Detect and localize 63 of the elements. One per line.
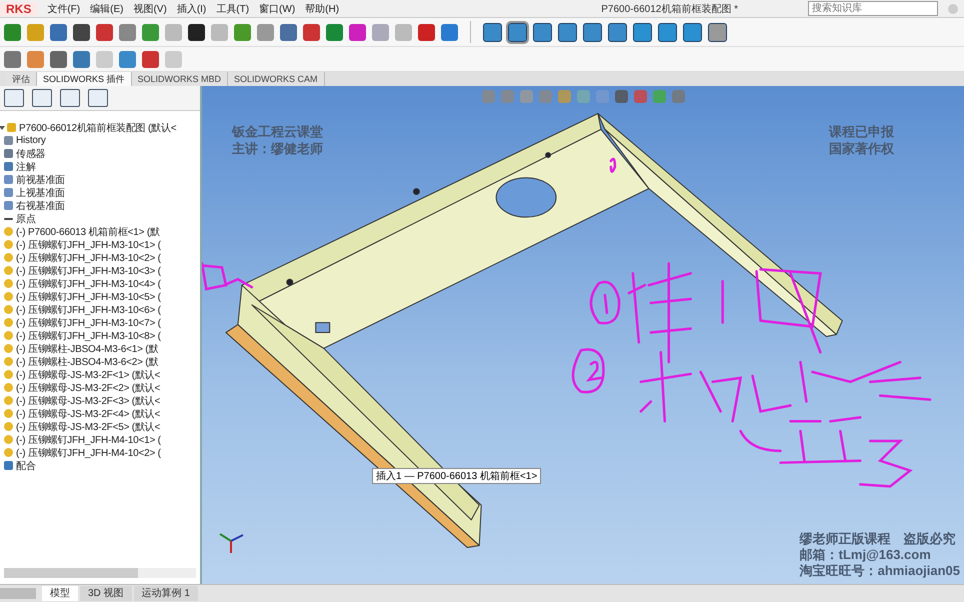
menu-item[interactable]: 窗口(W) — [259, 2, 296, 16]
copyright-caption: 国家著作权 — [829, 140, 894, 157]
toolbar-icon[interactable] — [188, 24, 205, 40]
tree-item[interactable]: (-) 压铆螺钉JFH_JFH-M4-10<1> ( — [16, 432, 161, 446]
menu-item[interactable]: 文件(F) — [47, 2, 80, 16]
model-tab[interactable]: 运动算例 1 — [134, 586, 198, 601]
view-style-icon[interactable] — [608, 22, 627, 42]
course-caption: 主讲：缪健老师 — [232, 140, 323, 157]
tree-item[interactable]: 右视基准面 — [16, 198, 66, 212]
tooltip: 插入1 — P7600-66013 机箱前框<1> — [372, 468, 542, 484]
tree-item[interactable]: (-) 压铆螺钉JFH_JFH-M3-10<3> ( — [16, 264, 161, 278]
tree-item[interactable]: (-) 压铆螺钉JFH_JFH-M3-10<4> ( — [16, 276, 161, 290]
toolbar-icon[interactable] — [73, 24, 90, 40]
command-tab[interactable]: SOLIDWORKS MBD — [132, 72, 228, 86]
tree-item[interactable]: (-) 压铆螺钉JFH_JFH-M3-10<5> ( — [16, 290, 161, 304]
tree-item[interactable]: (-) 压铆螺钉JFH_JFH-M3-10<7> ( — [16, 316, 161, 330]
copyright-caption: 课程已申报 — [829, 123, 894, 140]
tree-item[interactable]: 配合 — [16, 458, 36, 472]
tree-item[interactable]: 原点 — [16, 212, 36, 226]
course-caption: 钣金工程云课堂 — [232, 123, 323, 140]
view-style-icon[interactable] — [708, 22, 727, 42]
view-style-icon[interactable] — [483, 22, 502, 42]
search-field[interactable]: 搜索知识库 — [808, 1, 938, 16]
tree-item[interactable]: (-) 压铆螺柱-JBSO4-M3-6<2> (默 — [16, 354, 158, 368]
view-style-icon[interactable] — [683, 22, 702, 42]
tree-item[interactable]: (-) 压铆螺钉JFH_JFH-M3-10<2> ( — [16, 250, 161, 264]
tree-item[interactable]: 传感器 — [16, 146, 46, 160]
tree-item[interactable]: (-) 压铆螺母-JS-M3-2F<3> (默认< — [16, 394, 160, 408]
tree-item[interactable]: 注解 — [16, 160, 36, 174]
menu-item[interactable]: 插入(I) — [176, 2, 206, 16]
model-tab[interactable]: 3D 视图 — [80, 586, 132, 601]
tree-item[interactable]: (-) 压铆螺钉JFH_JFH-M3-10<8> ( — [16, 328, 161, 342]
view-toolbar-icon[interactable] — [614, 90, 628, 103]
tree-item[interactable]: (-) 压铆螺钉JFH_JFH-M3-10<1> ( — [16, 238, 161, 252]
course-caption: 邮箱：tLmj@163.com — [800, 547, 932, 563]
view-style-icon[interactable] — [658, 22, 677, 42]
menu-item[interactable]: 编辑(E) — [90, 2, 124, 16]
tree-item[interactable]: (-) 压铆螺母-JS-M3-2F<5> (默认< — [16, 420, 160, 434]
view-style-icon[interactable] — [533, 22, 552, 42]
tree-item[interactable]: (-) 压铆螺钉JFH_JFH-M3-10<6> ( — [16, 302, 161, 316]
tree-item[interactable]: P7600-66012机箱前框装配图 (默认< — [19, 120, 176, 134]
course-caption: 缪老师正版课程 盗版必究 — [800, 531, 957, 547]
tree-item[interactable]: History — [16, 135, 46, 146]
course-caption: 淘宝旺旺号：ahmiaojian05 — [800, 563, 960, 579]
view-style-icon[interactable] — [558, 22, 577, 42]
tree-item[interactable]: 上视基准面 — [16, 186, 66, 200]
tree-item[interactable]: (-) 压铆螺母-JS-M3-2F<4> (默认< — [16, 406, 160, 420]
menu-item[interactable]: 视图(V) — [133, 2, 167, 16]
tree-item[interactable]: (-) 压铆螺钉JFH_JFH-M4-10<2> ( — [16, 446, 161, 460]
menu-item[interactable]: 工具(T) — [216, 2, 250, 16]
view-style-icon[interactable] — [633, 22, 652, 42]
horizontal-scrollbar[interactable] — [4, 568, 196, 578]
tree-item[interactable]: (-) P7600-66013 机箱前框<1> (默 — [16, 224, 160, 238]
view-style-icon[interactable] — [583, 22, 602, 42]
app-logo: RKS — [0, 2, 38, 16]
window-title: P7600-66012机箱前框装配图 * — [601, 2, 738, 16]
tree-item[interactable]: (-) 压铆螺柱-JBSO4-M3-6<1> (默 — [16, 342, 158, 356]
command-tab[interactable]: SOLIDWORKS 插件 — [37, 72, 132, 86]
menu-item[interactable]: 帮助(H) — [305, 2, 340, 16]
tree-item[interactable]: (-) 压铆螺母-JS-M3-2F<1> (默认< — [16, 368, 160, 382]
model-tab[interactable]: 模型 — [42, 586, 78, 601]
tree-item[interactable]: (-) 压铆螺母-JS-M3-2F<2> (默认< — [16, 380, 160, 394]
tree-item[interactable]: 前视基准面 — [16, 172, 66, 186]
